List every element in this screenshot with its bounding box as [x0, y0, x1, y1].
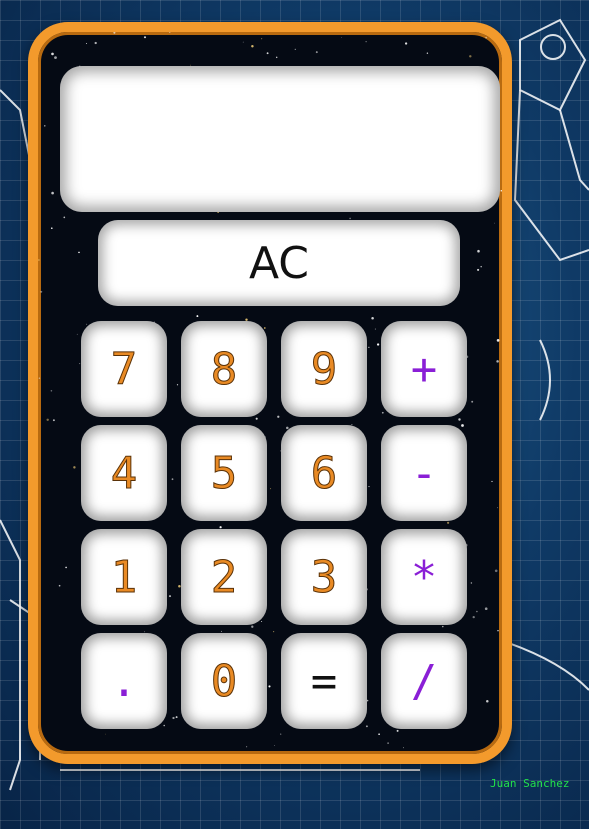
key-operator[interactable]: / — [381, 633, 467, 729]
key-digit[interactable]: 3 — [281, 529, 367, 625]
key-operator[interactable]: + — [381, 321, 467, 417]
author-credit: Juan Sanchez — [490, 777, 570, 790]
key-digit[interactable]: 7 — [81, 321, 167, 417]
key-digit[interactable]: 0 — [181, 633, 267, 729]
key-digit[interactable]: 8 — [181, 321, 267, 417]
calculator-display — [60, 66, 500, 212]
key-operator[interactable]: = — [281, 633, 367, 729]
key-operator[interactable]: - — [381, 425, 467, 521]
key-digit[interactable]: 2 — [181, 529, 267, 625]
key-digit[interactable]: 1 — [81, 529, 167, 625]
key-digit[interactable]: 9 — [281, 321, 367, 417]
key-digit[interactable]: 4 — [81, 425, 167, 521]
clear-button[interactable]: AC — [98, 220, 460, 306]
key-digit[interactable]: 6 — [281, 425, 367, 521]
calculator-body: AC 7 8 9 +4 5 6- 1 2 3 *. 0 = / — [28, 22, 512, 764]
key-digit[interactable]: 5 — [181, 425, 267, 521]
key-operator[interactable]: * — [381, 529, 467, 625]
key-operator[interactable]: . — [81, 633, 167, 729]
